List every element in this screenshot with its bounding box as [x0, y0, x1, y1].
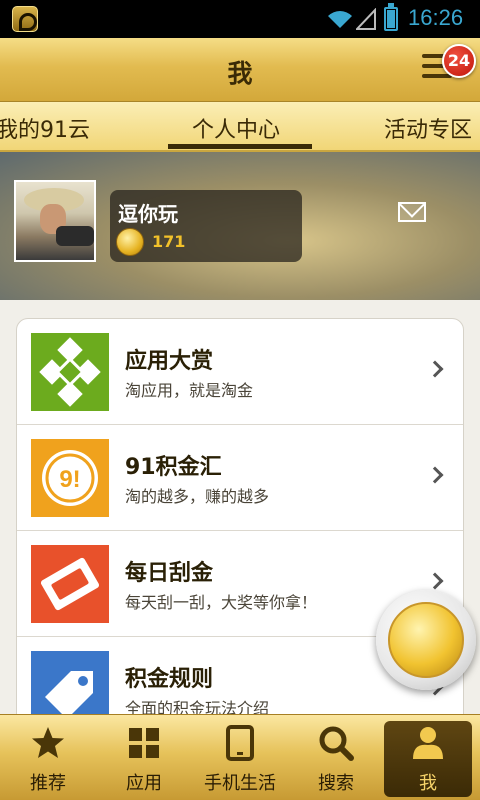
username: 逗你玩 — [118, 202, 178, 226]
list-item-subtitle: 淘的越多，赚的越多 — [125, 487, 270, 506]
nav-label: 推荐 — [30, 773, 66, 794]
floating-coin-button[interactable] — [376, 590, 476, 690]
nav-me[interactable]: 我 — [384, 721, 472, 797]
clock: 16:26 — [408, 5, 464, 30]
tab-events[interactable]: 活动专区 — [384, 112, 472, 144]
user-card[interactable]: 逗你玩 171 — [110, 190, 302, 262]
profile-header: 逗你玩 171 — [0, 152, 480, 300]
battery-level — [387, 10, 395, 28]
gold-coin-icon — [388, 602, 464, 678]
list-item-title: 积金规则 — [125, 667, 214, 692]
list-item-91-points[interactable]: 9! 91积金汇 淘的越多，赚的越多 — [17, 425, 463, 531]
battery-icon — [384, 3, 398, 31]
menu-icon-line — [422, 74, 452, 78]
app-logo-icon — [12, 6, 38, 32]
nav-mobile-life[interactable]: 手机生活 — [192, 715, 288, 800]
list-item-title: 91积金汇 — [125, 455, 222, 480]
nav-label: 我 — [419, 773, 437, 794]
title-bar: 我 — [0, 38, 480, 102]
scratch-card-icon — [31, 545, 109, 623]
search-icon — [319, 726, 354, 761]
app-gallery-icon — [31, 333, 109, 411]
nav-search[interactable]: 搜索 — [288, 715, 384, 800]
chevron-right-icon — [426, 466, 444, 484]
grid-icon — [129, 728, 159, 758]
list-item-subtitle: 淘应用，就是淘金 — [125, 381, 254, 400]
tab-personal-center[interactable]: 个人中心 — [192, 112, 280, 144]
nav-apps[interactable]: 应用 — [96, 715, 192, 800]
tab-my-91-cloud[interactable]: 我的91云 — [0, 112, 90, 144]
star-icon — [32, 727, 64, 758]
wifi-icon — [328, 11, 352, 28]
avatar[interactable] — [14, 180, 96, 262]
list-item-subtitle: 每天刮一刮，大奖等你拿！ — [125, 593, 318, 612]
bottom-navigation: 推荐 应用 手机生活 搜索 我 — [0, 714, 480, 800]
page-title: 我 — [227, 59, 253, 88]
nav-label: 搜索 — [318, 773, 354, 794]
list-item-title: 应用大赏 — [125, 349, 214, 374]
chevron-right-icon — [426, 360, 444, 378]
tablet-icon — [226, 725, 254, 761]
active-tab-indicator — [168, 144, 312, 149]
person-icon — [413, 727, 443, 759]
mail-icon[interactable] — [398, 202, 426, 222]
status-bar: 16:26 — [0, 0, 480, 38]
nav-label: 手机生活 — [204, 773, 276, 794]
points-value: 171 — [152, 232, 186, 251]
nav-label: 应用 — [126, 773, 162, 794]
svg-text:9!: 9! — [59, 466, 80, 493]
avatar-camera — [56, 226, 94, 246]
coin-icon — [116, 228, 144, 256]
nav-recommend[interactable]: 推荐 — [0, 715, 96, 800]
notification-badge[interactable]: 24 — [442, 44, 476, 78]
chevron-right-icon — [426, 572, 444, 590]
list-item-title: 每日刮金 — [125, 561, 214, 586]
list-item-app-gallery[interactable]: 应用大赏 淘应用，就是淘金 — [17, 319, 463, 425]
signal-icon — [356, 8, 376, 30]
91-points-icon: 9! — [31, 439, 109, 517]
